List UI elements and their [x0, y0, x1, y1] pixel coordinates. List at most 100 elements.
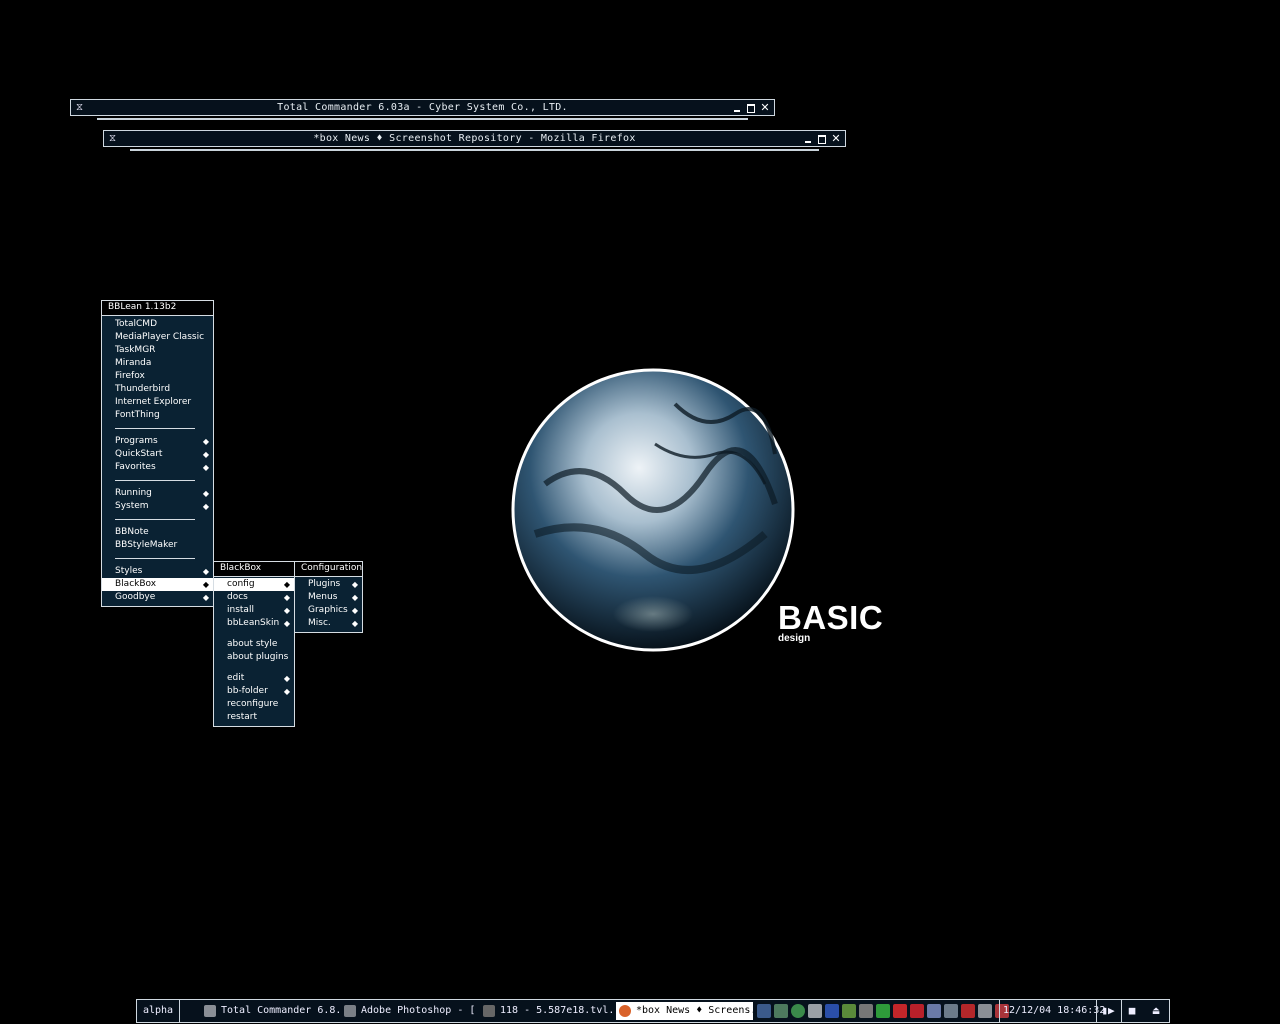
- firefox-window[interactable]: ⧖ *box News ♦ Screenshot Repository - Mo…: [103, 130, 846, 151]
- menu-item-bbnote[interactable]: BBNote: [102, 526, 213, 539]
- menu-item-graphics[interactable]: Graphics ◆: [295, 604, 362, 617]
- menu-item-favorites[interactable]: Favorites ◆: [102, 461, 213, 474]
- logo-big: BASIC: [778, 599, 884, 636]
- menu-item-reconfigure[interactable]: reconfigure: [214, 698, 294, 711]
- total-commander-icon: [204, 1005, 216, 1017]
- acrobat-icon[interactable]: [910, 1004, 924, 1018]
- menu-item-edit[interactable]: edit ◆: [214, 672, 294, 685]
- stop-icon[interactable]: ■: [1123, 1002, 1141, 1020]
- firefox-icon: [619, 1005, 631, 1017]
- submenu-arrow-icon: ◆: [202, 593, 209, 602]
- submenu-arrow-icon: ◆: [202, 502, 209, 511]
- maximize-icon[interactable]: [746, 103, 756, 113]
- network-icon[interactable]: [774, 1004, 788, 1018]
- menu-item-internet-explorer[interactable]: Internet Explorer: [102, 396, 213, 409]
- submenu-arrow-icon: ◆: [351, 593, 358, 602]
- submenu-arrow-icon: ◆: [283, 619, 290, 628]
- menu-item-taskmgr[interactable]: TaskMGR: [102, 344, 213, 357]
- workspace-label[interactable]: alpha: [139, 1002, 177, 1020]
- bluetooth-icon[interactable]: [825, 1004, 839, 1018]
- menu-separator: [102, 552, 213, 565]
- menu-item-miranda[interactable]: Miranda: [102, 357, 213, 370]
- taskbar-divider: [1096, 1000, 1097, 1022]
- menu-item-docs[interactable]: docs ◆: [214, 591, 294, 604]
- configuration-submenu: Configuration Plugins ◆ Menus ◆ Graphics ◆ …: [294, 561, 363, 633]
- menu-title: Configuration: [295, 562, 362, 577]
- submenu-arrow-icon: ◆: [351, 619, 358, 628]
- menu-item-totalcmd[interactable]: TotalCMD: [102, 318, 213, 331]
- usb-icon[interactable]: [978, 1004, 992, 1018]
- task-firefox[interactable]: *box News ♦ Screens...: [616, 1002, 753, 1020]
- menu-item-about-plugins[interactable]: about plugins: [214, 651, 294, 664]
- tools-icon[interactable]: [859, 1004, 873, 1018]
- task-media-player[interactable]: 118 - 5.587e18.tvl.mp...: [480, 1002, 614, 1020]
- menu-item-blackbox[interactable]: BlackBox ◆: [102, 578, 213, 591]
- menu-item-running[interactable]: Running ◆: [102, 487, 213, 500]
- menu-item-mediaplayer[interactable]: MediaPlayer Classic: [102, 331, 213, 344]
- flash-icon[interactable]: [893, 1004, 907, 1018]
- menu-item-programs[interactable]: Programs ◆: [102, 435, 213, 448]
- submenu-arrow-icon: ◆: [283, 674, 290, 683]
- submenu-arrow-icon: ◆: [283, 593, 290, 602]
- mail-icon[interactable]: [927, 1004, 941, 1018]
- menu-separator: [102, 474, 213, 487]
- menu-title: BBLean 1.13b2: [102, 301, 213, 316]
- menu-item-thunderbird[interactable]: Thunderbird: [102, 383, 213, 396]
- menu-item-firefox[interactable]: Firefox: [102, 370, 213, 383]
- settings-icon[interactable]: [944, 1004, 958, 1018]
- menu-separator: [102, 513, 213, 526]
- menu-item-install[interactable]: install ◆: [214, 604, 294, 617]
- menu-item-bb-folder[interactable]: bb-folder ◆: [214, 685, 294, 698]
- taskbar: alpha Total Commander 6.8... Adobe Photo…: [136, 999, 1170, 1023]
- eject-icon[interactable]: ⏏: [1147, 1002, 1165, 1020]
- menu-item-system[interactable]: System ◆: [102, 500, 213, 513]
- submenu-arrow-icon: ◆: [283, 580, 290, 589]
- clock: 12/12/04 18:46:32: [1003, 1005, 1106, 1016]
- menu-item-menus[interactable]: Menus ◆: [295, 591, 362, 604]
- menu-separator: [102, 422, 213, 435]
- close-icon[interactable]: ✕: [831, 133, 841, 144]
- menu-item-styles[interactable]: Styles ◆: [102, 565, 213, 578]
- submenu-arrow-icon: ◆: [351, 580, 358, 589]
- menu-item-config[interactable]: config ◆: [214, 578, 294, 591]
- filezilla-icon[interactable]: [961, 1004, 975, 1018]
- minimize-icon[interactable]: [803, 134, 813, 144]
- submenu-arrow-icon: ◆: [351, 606, 358, 615]
- task-total-commander[interactable]: Total Commander 6.8...: [201, 1002, 339, 1020]
- minimize-icon[interactable]: [732, 103, 742, 113]
- submenu-arrow-icon: ◆: [202, 567, 209, 576]
- monitor-icon[interactable]: [757, 1004, 771, 1018]
- submenu-arrow-icon: ◆: [202, 450, 209, 459]
- taskbar-divider: [179, 1000, 180, 1022]
- menu-item-goodbye[interactable]: Goodbye ◆: [102, 591, 213, 604]
- taskbar-divider: [999, 1000, 1000, 1022]
- wallpaper-logo: BASIC design: [778, 600, 883, 644]
- green-bars-icon[interactable]: [876, 1004, 890, 1018]
- photoshop-icon: [344, 1005, 356, 1017]
- maximize-icon[interactable]: [817, 134, 827, 144]
- media-player-icon: [483, 1005, 495, 1017]
- system-tray: [757, 1004, 1009, 1018]
- task-photoshop[interactable]: Adobe Photoshop - [...: [341, 1002, 477, 1020]
- window-title: Total Commander 6.03a - Cyber System Co.…: [277, 102, 568, 113]
- plug-icon[interactable]: [842, 1004, 856, 1018]
- menu-item-plugins[interactable]: Plugins ◆: [295, 578, 362, 591]
- menu-item-quickstart[interactable]: QuickStart ◆: [102, 448, 213, 461]
- close-icon[interactable]: ✕: [760, 102, 770, 113]
- skull-icon[interactable]: [808, 1004, 822, 1018]
- root-menu: BBLean 1.13b2 TotalCMD MediaPlayer Class…: [101, 300, 214, 607]
- wallpaper-globe: [511, 368, 795, 652]
- submenu-arrow-icon: ◆: [202, 580, 209, 589]
- next-workspace-icon[interactable]: ▮▶: [1099, 1002, 1117, 1020]
- menu-item-fontthing[interactable]: FontThing: [102, 409, 213, 422]
- submenu-arrow-icon: ◆: [283, 687, 290, 696]
- refresh-icon[interactable]: [791, 1004, 805, 1018]
- total-commander-window[interactable]: ⧖ Total Commander 6.03a - Cyber System C…: [70, 99, 775, 120]
- menu-item-bbstylemaker[interactable]: BBStyleMaker: [102, 539, 213, 552]
- menu-item-about-style[interactable]: about style: [214, 638, 294, 651]
- taskbar-divider: [1121, 1000, 1122, 1022]
- menu-item-restart[interactable]: restart: [214, 711, 294, 724]
- submenu-arrow-icon: ◆: [202, 489, 209, 498]
- menu-item-misc[interactable]: Misc. ◆: [295, 617, 362, 630]
- menu-item-bbleanskin[interactable]: bbLeanSkin ◆: [214, 617, 294, 630]
